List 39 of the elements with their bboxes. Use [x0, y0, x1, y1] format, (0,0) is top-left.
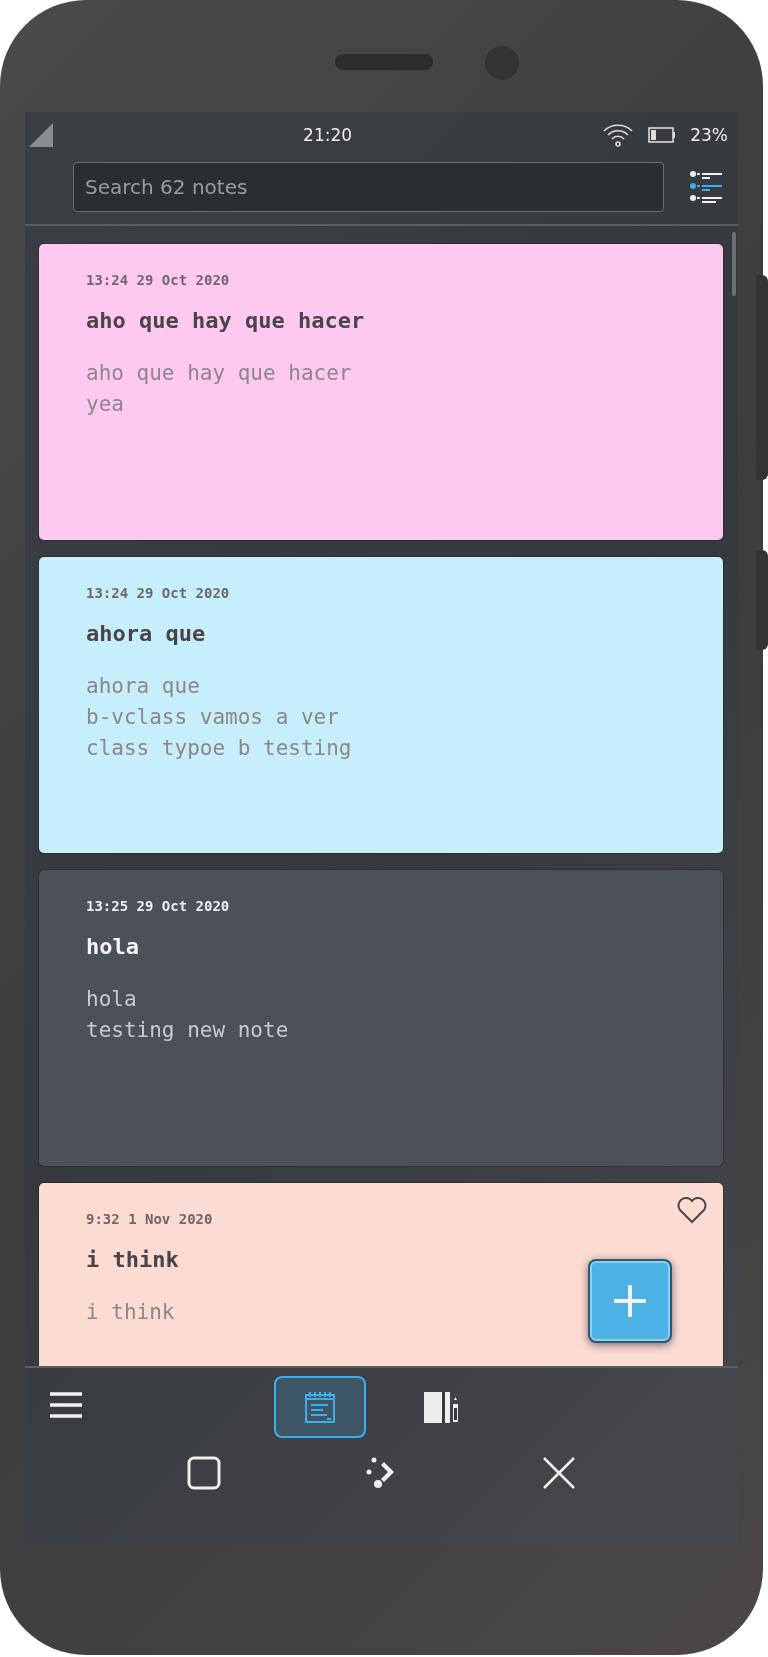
note-card[interactable]: 13:24 29 Oct 2020 ahora que ahora que b-vclass vamos a ver class typoe b testing: [39, 557, 723, 853]
note-text: class typoe b testing: [86, 735, 352, 762]
square-icon: [186, 1456, 221, 1490]
note-card[interactable]: 13:24 29 Oct 2020 aho que hay que hacer aho que hay que hacer yea: [39, 244, 723, 540]
note-title: hola: [86, 934, 140, 959]
note-text: yea: [86, 391, 124, 418]
battery-icon: [648, 126, 677, 144]
battery-percentage: 23%: [690, 125, 728, 145]
note-text: ahora que: [86, 673, 200, 700]
add-note-button[interactable]: [588, 1259, 672, 1343]
overview-button[interactable]: [186, 1456, 221, 1490]
clock: 21:20: [302, 125, 354, 145]
heart-icon[interactable]: [677, 1197, 707, 1224]
note-text: b-vclass vamos a ver: [86, 704, 339, 731]
note-date: 13:24 29 Oct 2020: [86, 272, 231, 288]
note-date: 9:32 1 Nov 2020: [86, 1211, 214, 1227]
note-title: ahora que: [86, 621, 207, 646]
signal-icon: [29, 123, 53, 147]
note-text: aho que hay que hacer: [86, 360, 352, 387]
note-date: 13:25 29 Oct 2020: [86, 898, 231, 914]
menu-icon: [50, 1392, 82, 1418]
plus-icon: [613, 1284, 647, 1318]
wifi-icon: [602, 122, 635, 148]
notebook-icon: [423, 1390, 461, 1424]
note-date: 13:24 29 Oct 2020: [86, 585, 231, 601]
scrollbar[interactable]: [732, 232, 736, 296]
note-text: testing new note: [86, 1017, 289, 1044]
note-text: hola: [86, 986, 137, 1013]
note-title: aho que hay que hacer: [86, 308, 366, 333]
menu-button[interactable]: [50, 1392, 82, 1421]
note-card[interactable]: 9:32 1 Nov 2020 i think i think: [39, 1183, 723, 1366]
close-button[interactable]: [542, 1456, 577, 1490]
notepad-icon: [303, 1390, 337, 1424]
note-card[interactable]: 13:25 29 Oct 2020 hola hola testing new note: [39, 870, 723, 1166]
note-text: i think: [86, 1299, 175, 1326]
close-icon: [542, 1456, 577, 1490]
filter-list-icon[interactable]: [690, 171, 724, 203]
note-title: i think: [86, 1247, 180, 1272]
search-field[interactable]: Search 62 notes: [73, 162, 664, 212]
